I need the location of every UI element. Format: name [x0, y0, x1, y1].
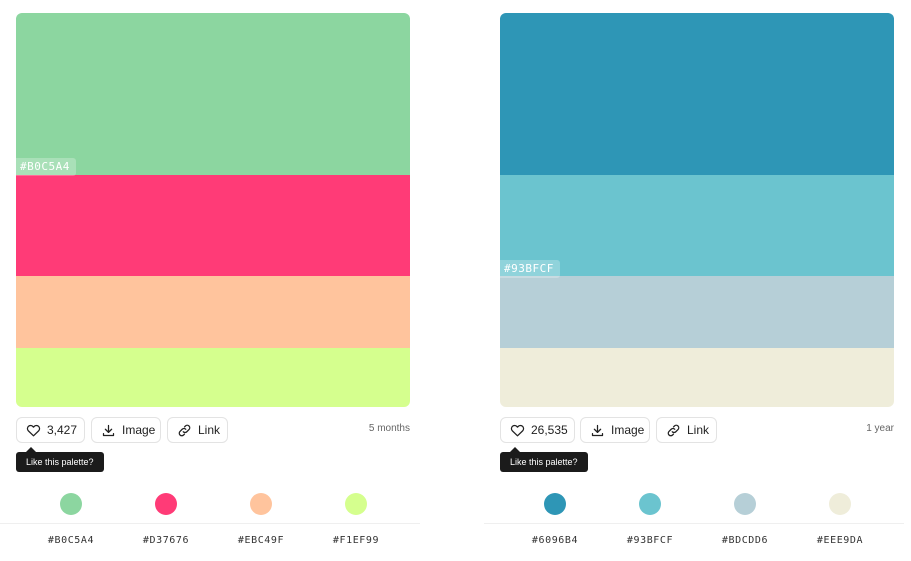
palette-feed: #B0C5A4 3,427 Image Link 5 months Like t…: [0, 0, 911, 561]
color-band[interactable]: [16, 276, 410, 348]
color-swatch[interactable]: [734, 493, 756, 515]
like-tooltip: Like this palette?: [500, 447, 588, 472]
hex-code[interactable]: #EEE9DA: [795, 535, 885, 546]
color-swatch[interactable]: [250, 493, 272, 515]
download-icon: [101, 423, 116, 438]
image-label: Image: [611, 423, 645, 437]
download-image-button[interactable]: Image: [580, 417, 650, 443]
palette-card: #93BFCF 26,535 Image Link 1 year Like th…: [484, 0, 904, 561]
heart-icon: [26, 423, 41, 438]
hex-code[interactable]: #D37676: [121, 535, 211, 546]
palette-age: 5 months: [368, 423, 410, 434]
color-swatch[interactable]: [639, 493, 661, 515]
hex-code[interactable]: #B0C5A4: [26, 535, 116, 546]
like-button[interactable]: 3,427: [16, 417, 85, 443]
palette-card: #B0C5A4 3,427 Image Link 5 months Like t…: [0, 0, 420, 561]
color-band[interactable]: [500, 276, 894, 348]
color-band[interactable]: [16, 175, 410, 276]
like-button[interactable]: 26,535: [500, 417, 575, 443]
color-swatch[interactable]: [829, 493, 851, 515]
hex-code[interactable]: #EBC49F: [216, 535, 306, 546]
hex-code[interactable]: #93BFCF: [605, 535, 695, 546]
like-count: 26,535: [531, 423, 568, 437]
hex-code-row: #B0C5A4 #D37676 #EBC49F #F1EF99: [0, 535, 420, 551]
download-icon: [590, 423, 605, 438]
palette-preview[interactable]: #B0C5A4: [16, 13, 410, 407]
like-tooltip: Like this palette?: [16, 447, 104, 472]
hex-code-row: #6096B4 #93BFCF #BDCDD6 #EEE9DA: [484, 535, 904, 551]
color-band[interactable]: [500, 348, 894, 407]
color-band[interactable]: [16, 13, 410, 175]
color-swatch[interactable]: [345, 493, 367, 515]
color-swatch[interactable]: [155, 493, 177, 515]
link-icon: [666, 423, 681, 438]
link-label: Link: [198, 423, 221, 437]
copy-link-button[interactable]: Link: [656, 417, 717, 443]
link-label: Link: [687, 423, 710, 437]
palette-actions: 3,427 Image Link 5 months: [16, 417, 410, 445]
palette-preview[interactable]: #93BFCF: [500, 13, 894, 407]
palette-age: 1 year: [866, 423, 894, 434]
hover-hex-label: #B0C5A4: [16, 158, 76, 176]
like-count: 3,427: [47, 423, 78, 437]
hex-code[interactable]: #6096B4: [510, 535, 600, 546]
hover-hex-label: #93BFCF: [500, 260, 560, 278]
divider: [484, 523, 904, 524]
swatch-row: [484, 493, 904, 517]
copy-link-button[interactable]: Link: [167, 417, 228, 443]
hex-code[interactable]: #F1EF99: [311, 535, 401, 546]
color-swatch[interactable]: [544, 493, 566, 515]
download-image-button[interactable]: Image: [91, 417, 161, 443]
heart-icon: [510, 423, 525, 438]
palette-actions: 26,535 Image Link 1 year: [500, 417, 894, 445]
color-swatch[interactable]: [60, 493, 82, 515]
divider: [0, 523, 420, 524]
color-band[interactable]: [500, 13, 894, 175]
color-band[interactable]: [16, 348, 410, 407]
hex-code[interactable]: #BDCDD6: [700, 535, 790, 546]
swatch-row: [0, 493, 420, 517]
link-icon: [177, 423, 192, 438]
image-label: Image: [122, 423, 156, 437]
